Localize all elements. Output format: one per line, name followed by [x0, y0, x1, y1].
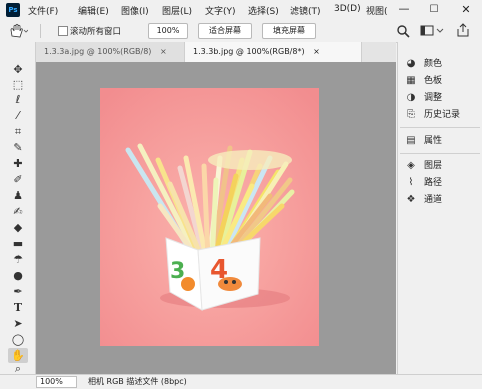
zoom-100-button[interactable]: 100%: [148, 23, 188, 39]
menu-bar: Ps 文件(F) 编辑(E) 图像(I) 图层(L) 文字(Y) 选择(S) 滤…: [0, 0, 482, 21]
document-tabs: 1.3.3a.jpg @ 100%(RGB/8) × 1.3.3b.jpg @ …: [36, 42, 396, 63]
tab-1-3-3a[interactable]: 1.3.3a.jpg @ 100%(RGB/8) ×: [36, 42, 200, 62]
menu-file[interactable]: 文件(F): [28, 4, 58, 17]
document-info: 相机 RGB 描述文件 (8bpc): [88, 377, 187, 386]
panel-label: 属性: [424, 136, 443, 146]
history-brush-icon[interactable]: ✍: [8, 204, 28, 219]
zoom-level-field[interactable]: 100%: [36, 376, 77, 388]
panel-label: 图层: [424, 161, 443, 171]
layers-icon: ◈: [407, 160, 415, 171]
share-icon[interactable]: [456, 23, 470, 37]
marquee-tool-icon[interactable]: ⬚: [8, 77, 28, 92]
menu-filter[interactable]: 滤镜(T): [290, 4, 321, 17]
scroll-all-windows-checkbox[interactable]: [58, 26, 68, 36]
close-window-button[interactable]: ✕: [452, 1, 480, 19]
panel-color[interactable]: ◕ 颜色: [404, 56, 482, 72]
panel-label: 颜色: [424, 59, 443, 69]
panel-label: 历史记录: [424, 110, 461, 120]
history-icon: ⎘: [407, 109, 415, 120]
panel-label: 色板: [424, 76, 443, 86]
close-tab-icon[interactable]: ×: [160, 47, 167, 56]
healing-brush-icon[interactable]: ✚: [8, 156, 28, 171]
hand-tool-icon[interactable]: ✋: [8, 348, 28, 363]
document-canvas-image[interactable]: 3 4: [100, 88, 319, 346]
gradient-tool-icon[interactable]: ▬: [8, 236, 28, 251]
pen-tool-icon[interactable]: ✒: [8, 284, 28, 299]
panel-label: 通道: [424, 195, 443, 205]
clone-stamp-icon[interactable]: ♟: [8, 188, 28, 203]
eraser-icon[interactable]: ◆: [8, 220, 28, 235]
panel-properties[interactable]: ▤ 属性: [404, 133, 482, 149]
blur-tool-icon[interactable]: ☂: [8, 252, 28, 267]
panel-swatches[interactable]: ▦ 色板: [404, 73, 482, 89]
swatches-icon: ▦: [406, 75, 416, 86]
scroll-all-windows-label: 滚动所有窗口: [70, 27, 122, 37]
dodge-tool-icon[interactable]: ●: [8, 268, 28, 283]
tab-1-3-3b[interactable]: 1.3.3b.jpg @ 100%(RGB/8*) ×: [184, 42, 362, 62]
workspace-icon[interactable]: [420, 25, 444, 37]
hand-icon: [10, 23, 29, 38]
menu-layer[interactable]: 图层(L): [162, 4, 192, 17]
properties-icon: ▤: [406, 135, 416, 146]
straws-cup-photo: 3 4: [100, 88, 319, 346]
crop-tool-icon[interactable]: ⌗: [8, 124, 28, 139]
eyedropper-icon[interactable]: ✎: [8, 140, 28, 155]
panel-paths[interactable]: ⌇ 路径: [404, 175, 482, 191]
minimize-button[interactable]: —: [390, 1, 418, 19]
hand-tool-preset-button[interactable]: [6, 22, 29, 40]
path-select-icon[interactable]: ➤: [8, 316, 28, 331]
menu-3d[interactable]: 3D(D): [334, 4, 361, 14]
type-tool-icon[interactable]: T: [8, 300, 28, 315]
adjustments-icon: ◑: [406, 92, 416, 103]
tools-panel: ✥ ⬚ ℓ ⁄ ⌗ ✎ ✚ ✐ ♟ ✍ ◆ ▬ ☂ ● ✒ T ➤ ◯ ✋ ⌕: [0, 42, 36, 374]
tab-title: 1.3.3a.jpg @ 100%(RGB/8): [44, 47, 152, 56]
status-bar: 100% 相机 RGB 描述文件 (8bpc): [0, 374, 482, 389]
panel-channels[interactable]: ❖ 通道: [404, 192, 482, 208]
panel-label: 调整: [424, 93, 443, 103]
panel-adjustments[interactable]: ◑ 调整: [404, 90, 482, 106]
lasso-tool-icon[interactable]: ℓ: [8, 92, 28, 107]
menu-image[interactable]: 图像(I): [121, 4, 149, 17]
search-icon[interactable]: [396, 24, 410, 38]
brush-tool-icon[interactable]: ✐: [8, 172, 28, 187]
photoshop-logo-icon: Ps: [6, 3, 20, 17]
close-tab-icon[interactable]: ×: [313, 47, 320, 56]
menu-view[interactable]: 视图(: [366, 4, 388, 17]
maximize-button[interactable]: ☐: [420, 1, 448, 19]
channels-icon: ❖: [406, 194, 416, 205]
menu-select[interactable]: 选择(S): [248, 4, 279, 17]
ellipse-tool-icon[interactable]: ◯: [8, 332, 28, 347]
panel-layers[interactable]: ◈ 图层: [404, 158, 482, 174]
fit-screen-button[interactable]: 适合屏幕: [198, 23, 252, 39]
menu-edit[interactable]: 编辑(E): [78, 4, 109, 17]
fill-screen-button[interactable]: 填充屏幕: [262, 23, 316, 39]
move-tool-icon[interactable]: ✥: [8, 62, 28, 77]
options-bar: 滚动所有窗口 100% 适合屏幕 填充屏幕: [0, 20, 482, 43]
tab-title: 1.3.3b.jpg @ 100%(RGB/8*): [193, 47, 305, 56]
paths-icon: ⌇: [408, 177, 414, 188]
zoom-tool-icon[interactable]: ⌕: [8, 363, 28, 374]
panel-history[interactable]: ⎘ 历史记录: [404, 107, 482, 123]
color-icon: ◕: [406, 58, 416, 69]
menu-type[interactable]: 文字(Y): [205, 4, 236, 17]
magic-wand-icon[interactable]: ⁄: [8, 108, 28, 123]
panel-label: 路径: [424, 178, 443, 188]
